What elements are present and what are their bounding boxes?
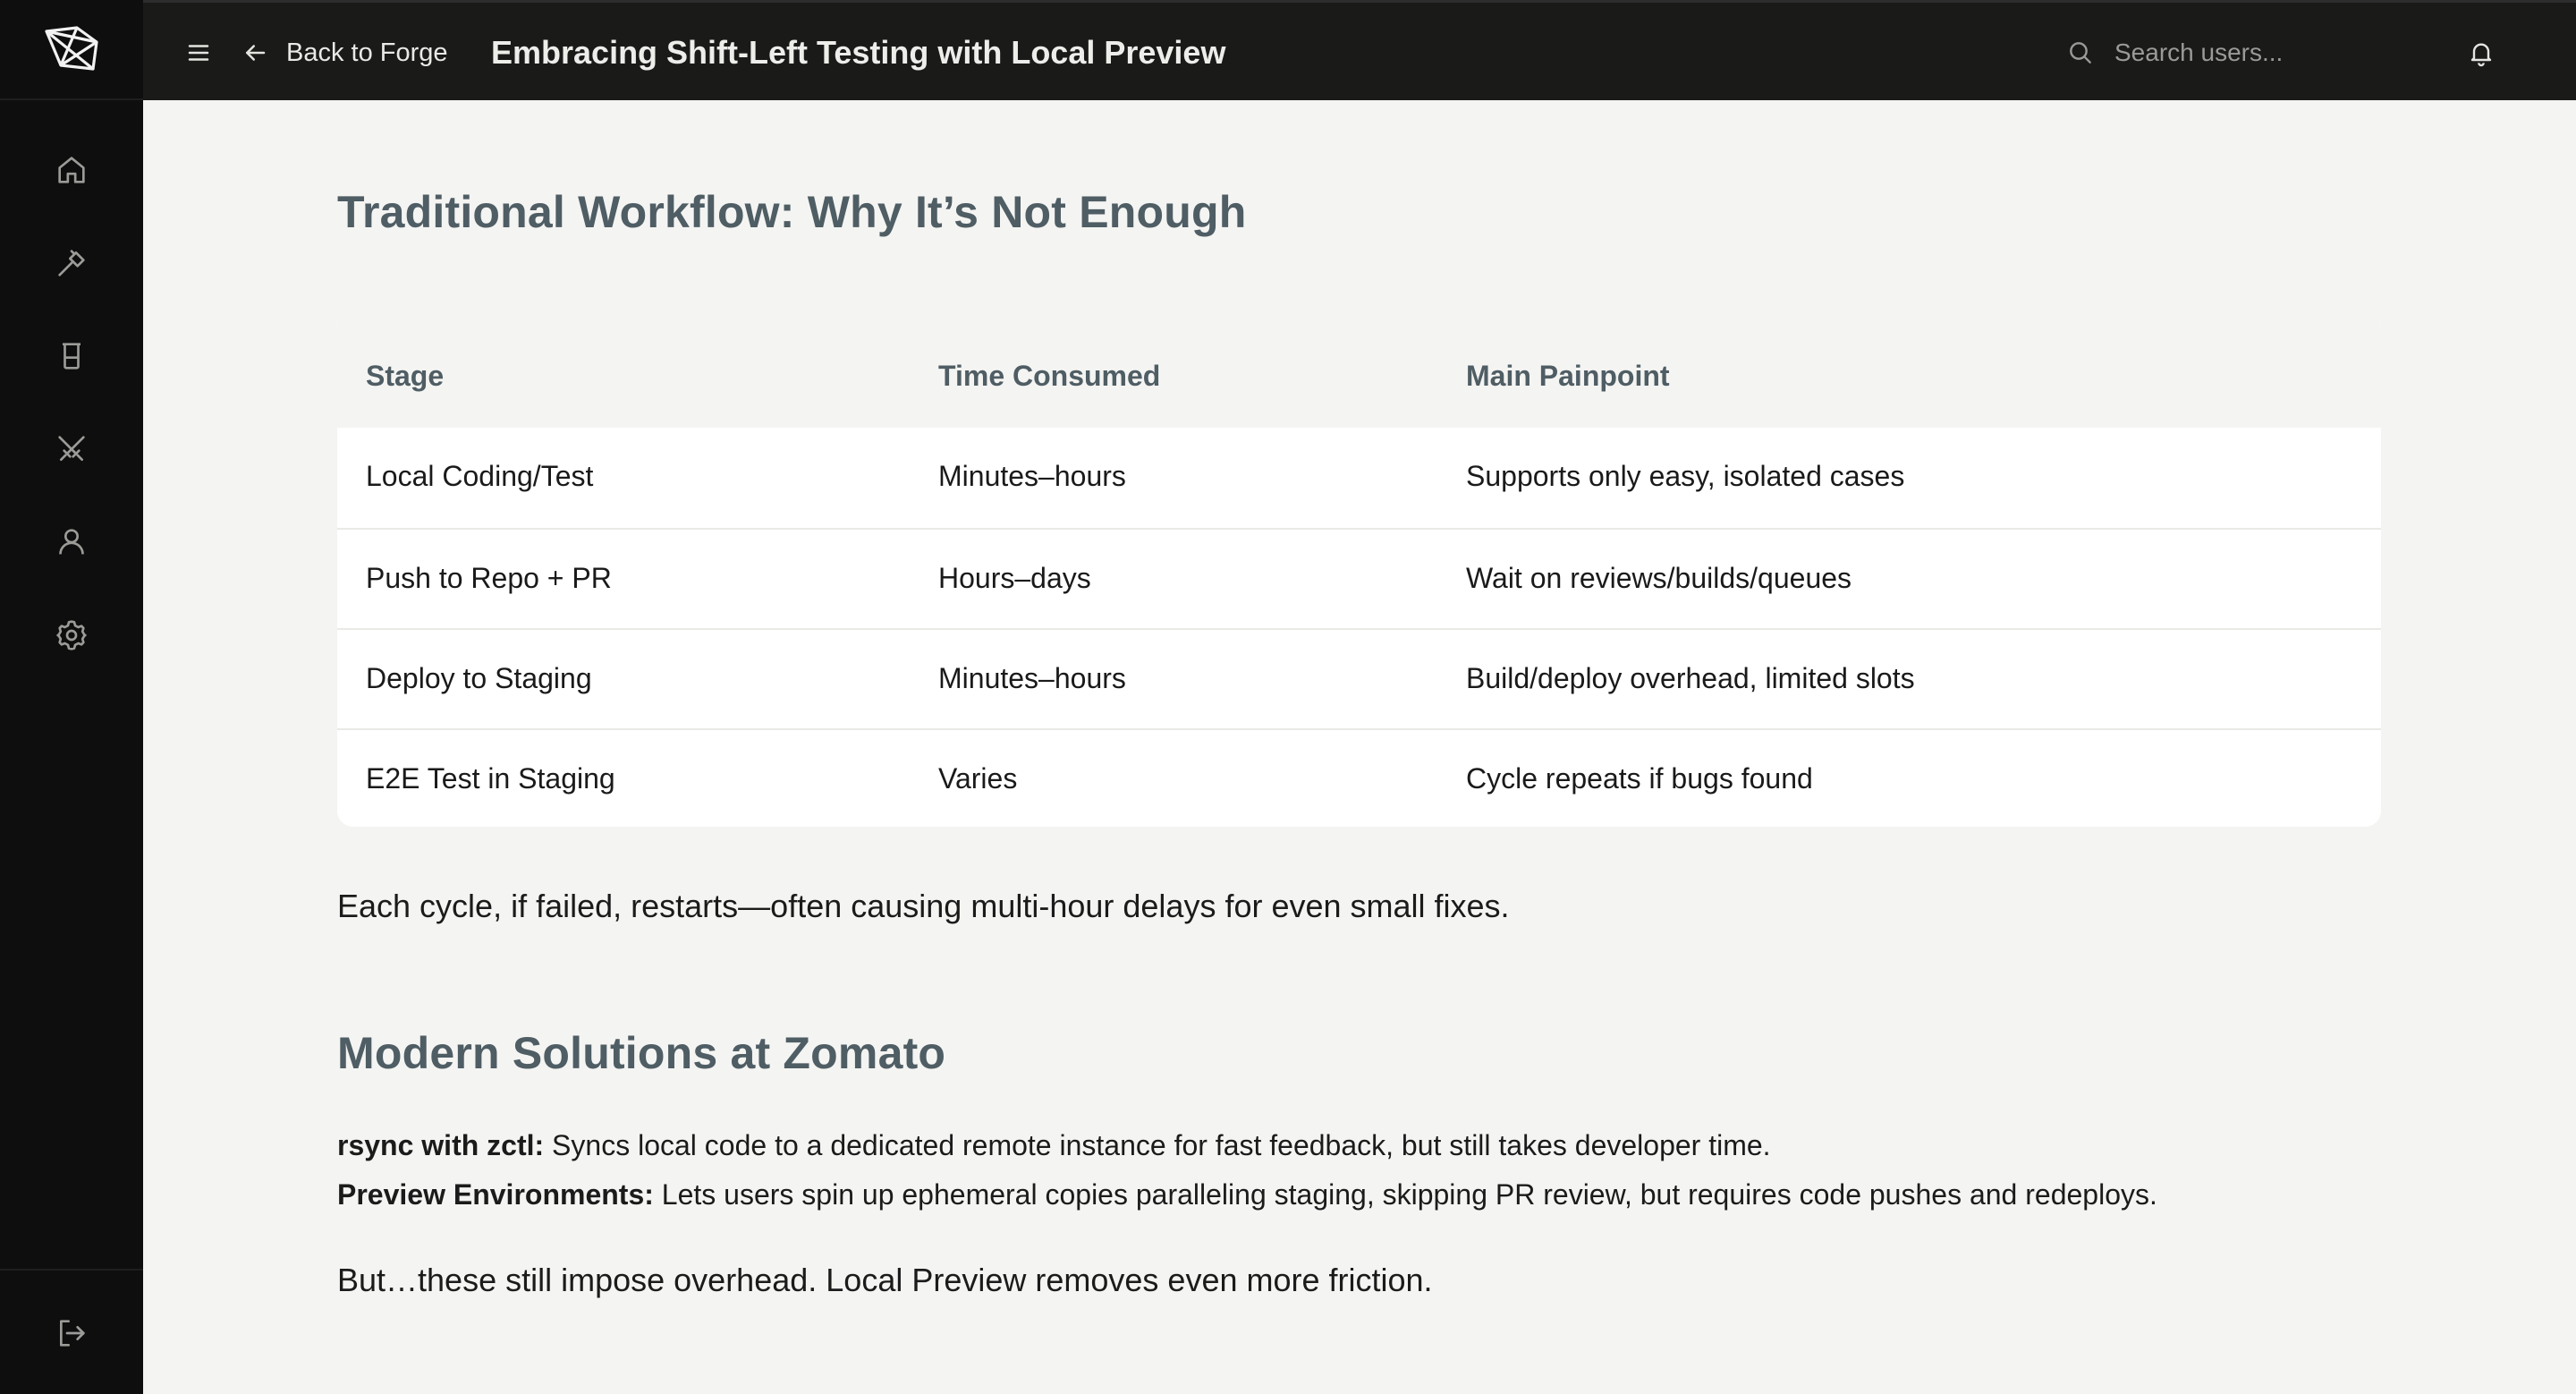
table-cell: Deploy to Staging: [366, 662, 592, 694]
hammer-icon[interactable]: [43, 234, 100, 292]
table-cell: Minutes–hours: [938, 662, 1126, 694]
forge-logo-icon[interactable]: [0, 0, 143, 100]
search-icon: [2066, 38, 2095, 67]
sidebar: [0, 0, 143, 1394]
app: Back to Forge Embracing Shift-Left Testi…: [0, 0, 2576, 1394]
rsync-label: rsync with zctl:: [337, 1129, 545, 1161]
table-header-row: Stage Time Consumed Main Painpoint: [337, 313, 2381, 428]
closing-paragraph: But…these still impose overhead. Local P…: [337, 1262, 1433, 1298]
preview-paragraph: Preview Environments: Lets users spin up…: [337, 1178, 2157, 1211]
table-row: Push to Repo + PR Hours–days Wait on rev…: [337, 528, 2381, 628]
rsync-text: Syncs local code to a dedicated remote i…: [544, 1129, 1771, 1161]
table-cell: E2E Test in Staging: [366, 762, 615, 795]
home-icon[interactable]: [43, 141, 100, 199]
table-cell: Cycle repeats if bugs found: [1466, 762, 1813, 795]
table-header-painpoint: Main Painpoint: [1466, 360, 1670, 392]
table-cell: Push to Repo + PR: [366, 562, 612, 594]
table-cell: Wait on reviews/builds/queues: [1466, 562, 1852, 594]
workflow-table: Stage Time Consumed Main Painpoint Local…: [337, 313, 2381, 827]
rsync-paragraph: rsync with zctl: Syncs local code to a d…: [337, 1129, 1771, 1162]
gear-icon[interactable]: [43, 607, 100, 664]
preview-text: Lets users spin up ephemeral copies para…: [653, 1178, 2157, 1211]
table-cell: Hours–days: [938, 562, 1091, 594]
cycle-note: Each cycle, if failed, restarts—often ca…: [337, 888, 1510, 924]
table-row: Deploy to Staging Minutes–hours Build/de…: [337, 628, 2381, 728]
section-heading-workflow: Traditional Workflow: Why It’s Not Enoug…: [337, 187, 1247, 237]
back-to-forge-link[interactable]: Back to Forge: [242, 31, 448, 74]
section-heading-modern: Modern Solutions at Zomato: [337, 1028, 946, 1078]
sidebar-divider: [0, 1269, 143, 1271]
search-box[interactable]: [2066, 31, 2388, 74]
table-header-stage: Stage: [366, 360, 445, 392]
top-bar: Back to Forge Embracing Shift-Left Testi…: [143, 0, 2576, 100]
table-header-time: Time Consumed: [938, 360, 1161, 392]
arrow-left-icon: [242, 39, 268, 66]
preview-label: Preview Environments:: [337, 1178, 654, 1211]
menu-icon[interactable]: [181, 35, 216, 71]
back-to-forge-label: Back to Forge: [286, 38, 448, 67]
table-row: Local Coding/Test Minutes–hours Supports…: [337, 428, 2381, 528]
table-row: E2E Test in Staging Varies Cycle repeats…: [337, 728, 2381, 827]
beaker-icon[interactable]: [43, 327, 100, 385]
logout-icon[interactable]: [43, 1305, 100, 1362]
user-icon[interactable]: [43, 514, 100, 571]
bell-icon[interactable]: [2463, 35, 2499, 71]
search-input[interactable]: [2114, 38, 2383, 67]
table-cell: Build/deploy overhead, limited slots: [1466, 662, 1915, 694]
table-cell: Supports only easy, isolated cases: [1466, 460, 1905, 492]
page-title: Embracing Shift-Left Testing with Local …: [491, 34, 1226, 71]
table-cell: Local Coding/Test: [366, 460, 594, 492]
crossed-swords-icon[interactable]: [43, 421, 100, 478]
table-cell: Varies: [938, 762, 1018, 795]
table-cell: Minutes–hours: [938, 460, 1126, 492]
